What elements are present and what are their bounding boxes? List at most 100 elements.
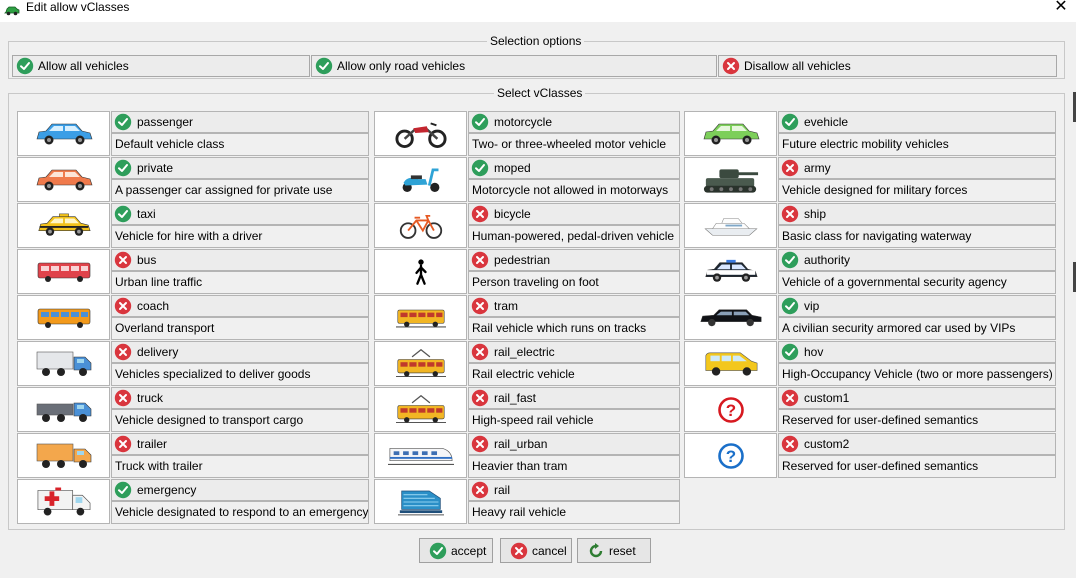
- vclass-toggle-authority[interactable]: authority: [778, 249, 1056, 271]
- option-disallow-all-vehicles-button[interactable]: Disallow all vehicles: [718, 55, 1057, 77]
- cross-icon: [114, 435, 132, 453]
- vclass-name: delivery: [137, 345, 179, 359]
- vclass-toggle-rail_electric[interactable]: rail_electric: [468, 341, 680, 363]
- vclass-name: custom1: [804, 391, 850, 405]
- svg-text:?: ?: [725, 401, 735, 420]
- vclass-description: High-speed rail vehicle: [468, 409, 680, 432]
- vclass-rail_urban: rail_urban Heavier than tram: [374, 433, 724, 478]
- electric-car-icon: [701, 121, 761, 147]
- vclass-toggle-bicycle[interactable]: bicycle: [468, 203, 680, 225]
- vclass-taxi: taxi Vehicle for hire with a driver: [17, 203, 369, 248]
- vclass-toggle-custom1[interactable]: custom1: [778, 387, 1056, 409]
- vclass-toggle-rail_fast[interactable]: rail_fast: [468, 387, 680, 409]
- reset-icon: [587, 542, 604, 559]
- vclass-name: authority: [804, 253, 851, 267]
- option-allow-only-road-vehicles-button[interactable]: Allow only road vehicles: [311, 55, 717, 77]
- vclass-name: private: [137, 161, 174, 175]
- locomotive-icon: [397, 486, 444, 518]
- vclass-name: passenger: [137, 115, 194, 129]
- vclass-toggle-hov[interactable]: hov: [778, 341, 1056, 363]
- vclass-custom1: ? custom1 Reserved for user-defined sema…: [684, 387, 1056, 432]
- accept-button[interactable]: accept: [419, 538, 493, 563]
- vclass-image: [374, 433, 467, 478]
- vclass-name: bus: [137, 253, 157, 267]
- window-title: Edit allow vClasses: [26, 0, 130, 14]
- vclass-description: Future electric mobility vehicles: [778, 133, 1056, 156]
- bus-icon: [36, 260, 92, 284]
- vclass-toggle-ship[interactable]: ship: [778, 203, 1056, 225]
- coach-icon: [36, 306, 92, 330]
- bicycle-icon: [398, 211, 444, 241]
- vclass-description: Heavy rail vehicle: [468, 501, 680, 524]
- vclass-moped: moped Motorcycle not allowed in motorway…: [374, 157, 724, 202]
- check-icon: [471, 159, 489, 177]
- vclass-name: custom2: [804, 437, 850, 451]
- vclass-toggle-tram[interactable]: tram: [468, 295, 680, 317]
- check-icon: [429, 542, 447, 560]
- trailer-truck-icon: [35, 442, 93, 470]
- vclass-image: [684, 157, 777, 202]
- vclass-image: [17, 387, 110, 432]
- vclass-toggle-delivery[interactable]: delivery: [111, 341, 369, 363]
- close-button[interactable]: ✕: [1050, 0, 1072, 16]
- electric-tram-icon: [395, 348, 446, 379]
- vclass-toggle-coach[interactable]: coach: [111, 295, 369, 317]
- vclass-description: Vehicle designated to respond to an emer…: [111, 501, 369, 524]
- vclass-toggle-custom2[interactable]: custom2: [778, 433, 1056, 455]
- vclass-toggle-taxi[interactable]: taxi: [111, 203, 369, 225]
- vclass-toggle-trailer[interactable]: trailer: [111, 433, 369, 455]
- vclass-image: ?: [684, 433, 777, 478]
- vclass-name: pedestrian: [494, 253, 551, 267]
- vclass-toggle-vip[interactable]: vip: [778, 295, 1056, 317]
- vclass-image: [17, 249, 110, 294]
- cross-icon: [781, 205, 799, 223]
- vclass-name: rail_urban: [494, 437, 548, 451]
- vclass-toggle-evehicle[interactable]: evehicle: [778, 111, 1056, 133]
- vclass-toggle-passenger[interactable]: passenger: [111, 111, 369, 133]
- vclass-pedestrian: pedestrian Person traveling on foot: [374, 249, 724, 294]
- vclass-image: [374, 295, 467, 340]
- vclass-description: Vehicle for hire with a driver: [111, 225, 369, 248]
- check-icon: [471, 113, 489, 131]
- vclass-hov: hov High-Occupancy Vehicle (two or more …: [684, 341, 1056, 386]
- vclass-toggle-bus[interactable]: bus: [111, 249, 369, 271]
- vclass-vip: vip A civilian security armored car used…: [684, 295, 1056, 340]
- vclass-image: [684, 295, 777, 340]
- vclass-name: moped: [494, 161, 531, 175]
- vclass-image: [374, 341, 467, 386]
- reset-button[interactable]: reset: [577, 538, 651, 563]
- cross-icon: [471, 389, 489, 407]
- vclass-toggle-moped[interactable]: moped: [468, 157, 680, 179]
- vclass-toggle-rail_urban[interactable]: rail_urban: [468, 433, 680, 455]
- taxi-icon: [36, 211, 92, 241]
- cross-icon: [781, 389, 799, 407]
- option-label: Allow all vehicles: [38, 59, 129, 73]
- ambulance-icon: [36, 486, 92, 518]
- vclass-passenger: passenger Default vehicle class: [17, 111, 369, 156]
- vclass-name: tram: [494, 299, 518, 313]
- vclass-toggle-private[interactable]: private: [111, 157, 369, 179]
- option-allow-all-vehicles-button[interactable]: Allow all vehicles: [12, 55, 310, 77]
- vclass-image: [17, 433, 110, 478]
- check-icon: [315, 57, 333, 75]
- vclass-toggle-army[interactable]: army: [778, 157, 1056, 179]
- vclass-name: emergency: [137, 483, 197, 497]
- vclass-description: Motorcycle not allowed in motorways: [468, 179, 680, 202]
- private-car-icon: [34, 167, 94, 193]
- vclass-image: [684, 341, 777, 386]
- check-icon: [781, 251, 799, 269]
- vclass-toggle-emergency[interactable]: emergency: [111, 479, 369, 501]
- vclass-toggle-truck[interactable]: truck: [111, 387, 369, 409]
- vclass-truck: truck Vehicle designed to transport carg…: [17, 387, 369, 432]
- vclass-image: ?: [684, 387, 777, 432]
- vclass-description: Vehicles specialized to deliver goods: [111, 363, 369, 386]
- vclass-toggle-pedestrian[interactable]: pedestrian: [468, 249, 680, 271]
- motorcycle-icon: [394, 119, 448, 149]
- cross-icon: [781, 159, 799, 177]
- vclass-toggle-rail[interactable]: rail: [468, 479, 680, 501]
- cancel-button[interactable]: cancel: [500, 538, 572, 563]
- truck-icon: [35, 396, 93, 424]
- vclass-toggle-motorcycle[interactable]: motorcycle: [468, 111, 680, 133]
- vclass-name: army: [804, 161, 831, 175]
- cross-icon: [114, 251, 132, 269]
